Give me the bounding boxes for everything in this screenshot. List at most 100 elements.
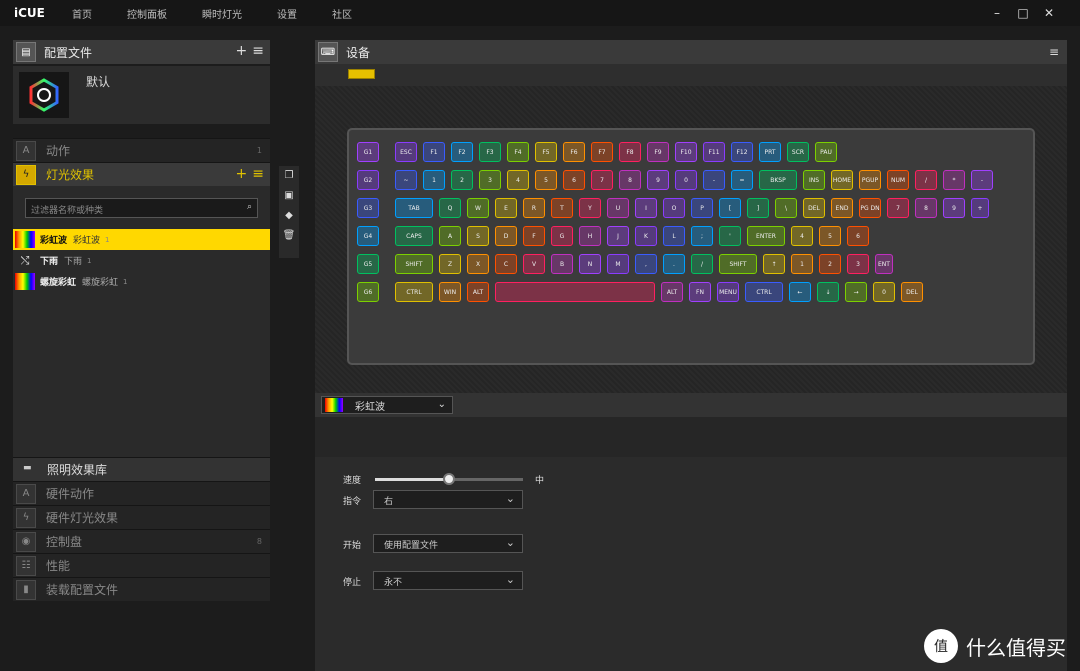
keyboard-key[interactable]: G2 — [357, 170, 379, 190]
keyboard-key[interactable]: PAU — [815, 142, 837, 162]
keyboard-key[interactable]: 3 — [847, 254, 869, 274]
close-button[interactable]: ✕ — [1042, 6, 1056, 20]
library-item-hw-lighting[interactable]: ϟ 硬件灯光效果 — [13, 505, 270, 529]
profile-item[interactable]: 默认 — [13, 66, 270, 124]
keyboard-key[interactable]: ALT — [661, 282, 683, 302]
keyboard-key[interactable]: G — [551, 226, 573, 246]
nav-instant-lighting[interactable]: 瞬时灯光 — [202, 6, 242, 21]
keyboard-key[interactable]: G5 — [357, 254, 379, 274]
stop-select[interactable]: 永不 ⌄ — [373, 571, 523, 590]
keyboard-key[interactable]: Q — [439, 198, 461, 218]
keyboard-key[interactable]: K — [635, 226, 657, 246]
keyboard-key[interactable]: 9 — [943, 198, 965, 218]
keyboard-key[interactable]: ALT — [467, 282, 489, 302]
minimize-button[interactable]: – — [990, 6, 1004, 20]
keyboard-key[interactable]: FN — [689, 282, 711, 302]
keyboard-key[interactable]: , — [635, 254, 657, 274]
keyboard-key[interactable]: E — [495, 198, 517, 218]
keyboard-key[interactable]: F7 — [591, 142, 613, 162]
keyboard-key[interactable]: 4 — [791, 226, 813, 246]
keyboard-key[interactable]: TAB — [395, 198, 433, 218]
keyboard-key[interactable]: Z — [439, 254, 461, 274]
keyboard-key[interactable]: G6 — [357, 282, 379, 302]
add-profile-icon[interactable]: + — [236, 44, 248, 58]
keyboard-key[interactable]: 8 — [619, 170, 641, 190]
search-icon[interactable]: ⌕ — [247, 202, 252, 212]
keyboard-key[interactable]: M — [607, 254, 629, 274]
keyboard-key[interactable]: HOME — [831, 170, 853, 190]
keyboard-key[interactable]: CTRL — [745, 282, 783, 302]
keyboard-key[interactable]: BKSP — [759, 170, 797, 190]
keyboard-key[interactable]: [ — [719, 198, 741, 218]
device-keyboard-thumbnail-icon[interactable] — [348, 69, 375, 79]
keyboard-key[interactable]: PG DN — [859, 198, 881, 218]
keyboard-key[interactable]: 0 — [675, 170, 697, 190]
library-item-dial[interactable]: ◉ 控制盘 8 — [13, 529, 270, 553]
add-effect-icon[interactable]: + — [236, 167, 248, 181]
keyboard-key[interactable]: C — [495, 254, 517, 274]
keyboard-key[interactable]: D — [495, 226, 517, 246]
keyboard-key[interactable]: P — [691, 198, 713, 218]
keyboard-key[interactable]: DEL — [803, 198, 825, 218]
keyboard-key[interactable]: PRT — [759, 142, 781, 162]
keyboard-key[interactable]: / — [915, 170, 937, 190]
layer-item[interactable]: ⤭ 下雨 下雨 1 — [13, 250, 270, 271]
filter-input[interactable]: 过滤器名称或种类 ⌕ — [25, 198, 258, 218]
keyboard-key[interactable]: F5 — [535, 142, 557, 162]
library-item-performance[interactable]: ☷ 性能 — [13, 553, 270, 577]
delete-icon[interactable]: 🗑 — [283, 230, 296, 241]
keyboard-key[interactable]: \ — [775, 198, 797, 218]
keyboard-key[interactable]: 3 — [479, 170, 501, 190]
keyboard-key[interactable]: CTRL — [395, 282, 433, 302]
keyboard-key[interactable]: SHIFT — [395, 254, 433, 274]
keyboard-key[interactable]: F2 — [451, 142, 473, 162]
layer-item[interactable]: 彩虹波 彩虹波 1 — [13, 229, 270, 250]
keyboard-key[interactable]: 5 — [535, 170, 557, 190]
keyboard-key[interactable]: F1 — [423, 142, 445, 162]
keyboard-key[interactable]: INS — [803, 170, 825, 190]
nav-community[interactable]: 社区 — [332, 6, 352, 21]
keyboard-key[interactable]: F4 — [507, 142, 529, 162]
keyboard-key[interactable]: G3 — [357, 198, 379, 218]
keyboard-key[interactable]: CAPS — [395, 226, 433, 246]
keyboard-key[interactable]: F11 — [703, 142, 725, 162]
keyboard-key[interactable]: R — [523, 198, 545, 218]
keyboard-key[interactable]: H — [579, 226, 601, 246]
keyboard-key[interactable]: MENU — [717, 282, 739, 302]
keyboard-key[interactable]: ~ — [395, 170, 417, 190]
keyboard-key[interactable]: T — [551, 198, 573, 218]
keyboard-key[interactable]: 2 — [451, 170, 473, 190]
nav-dashboard[interactable]: 控制面板 — [127, 6, 167, 21]
keyboard-key[interactable]: ↑ — [763, 254, 785, 274]
move-icon[interactable]: ◆ — [285, 210, 293, 221]
keyboard-key[interactable]: ↓ — [817, 282, 839, 302]
keyboard-key[interactable]: 2 — [819, 254, 841, 274]
keyboard-key[interactable]: / — [691, 254, 713, 274]
section-actions[interactable]: A 动作 1 — [13, 138, 270, 162]
keyboard-key[interactable]: F12 — [731, 142, 753, 162]
keyboard-key[interactable]: X — [467, 254, 489, 274]
keyboard-key[interactable]: ; — [691, 226, 713, 246]
keyboard-key[interactable]: J — [607, 226, 629, 246]
keyboard-key[interactable]: ESC — [395, 142, 417, 162]
keyboard-key[interactable]: 5 — [819, 226, 841, 246]
library-item-hw-actions[interactable]: A 硬件动作 — [13, 481, 270, 505]
keyboard-key[interactable]: + — [971, 198, 989, 218]
keyboard-key[interactable]: DEL — [901, 282, 923, 302]
keyboard-key[interactable]: ← — [789, 282, 811, 302]
keyboard-key[interactable]: * — [943, 170, 965, 190]
keyboard-key[interactable]: F8 — [619, 142, 641, 162]
keyboard-key[interactable]: A — [439, 226, 461, 246]
keyboard-key[interactable]: 1 — [423, 170, 445, 190]
keyboard-key[interactable]: 7 — [887, 198, 909, 218]
keyboard-key[interactable]: L — [663, 226, 685, 246]
keyboard-key[interactable]: 0 — [873, 282, 895, 302]
start-select[interactable]: 使用配置文件 ⌄ — [373, 534, 523, 553]
keyboard-key[interactable]: 1 — [791, 254, 813, 274]
menu-icon[interactable]: ≡ — [252, 44, 264, 58]
keyboard-key[interactable]: 6 — [563, 170, 585, 190]
keyboard-key[interactable]: ENTER — [747, 226, 785, 246]
keyboard-key[interactable]: SHIFT — [719, 254, 757, 274]
keyboard-key[interactable]: ] — [747, 198, 769, 218]
effects-menu-icon[interactable]: ≡ — [252, 167, 264, 181]
